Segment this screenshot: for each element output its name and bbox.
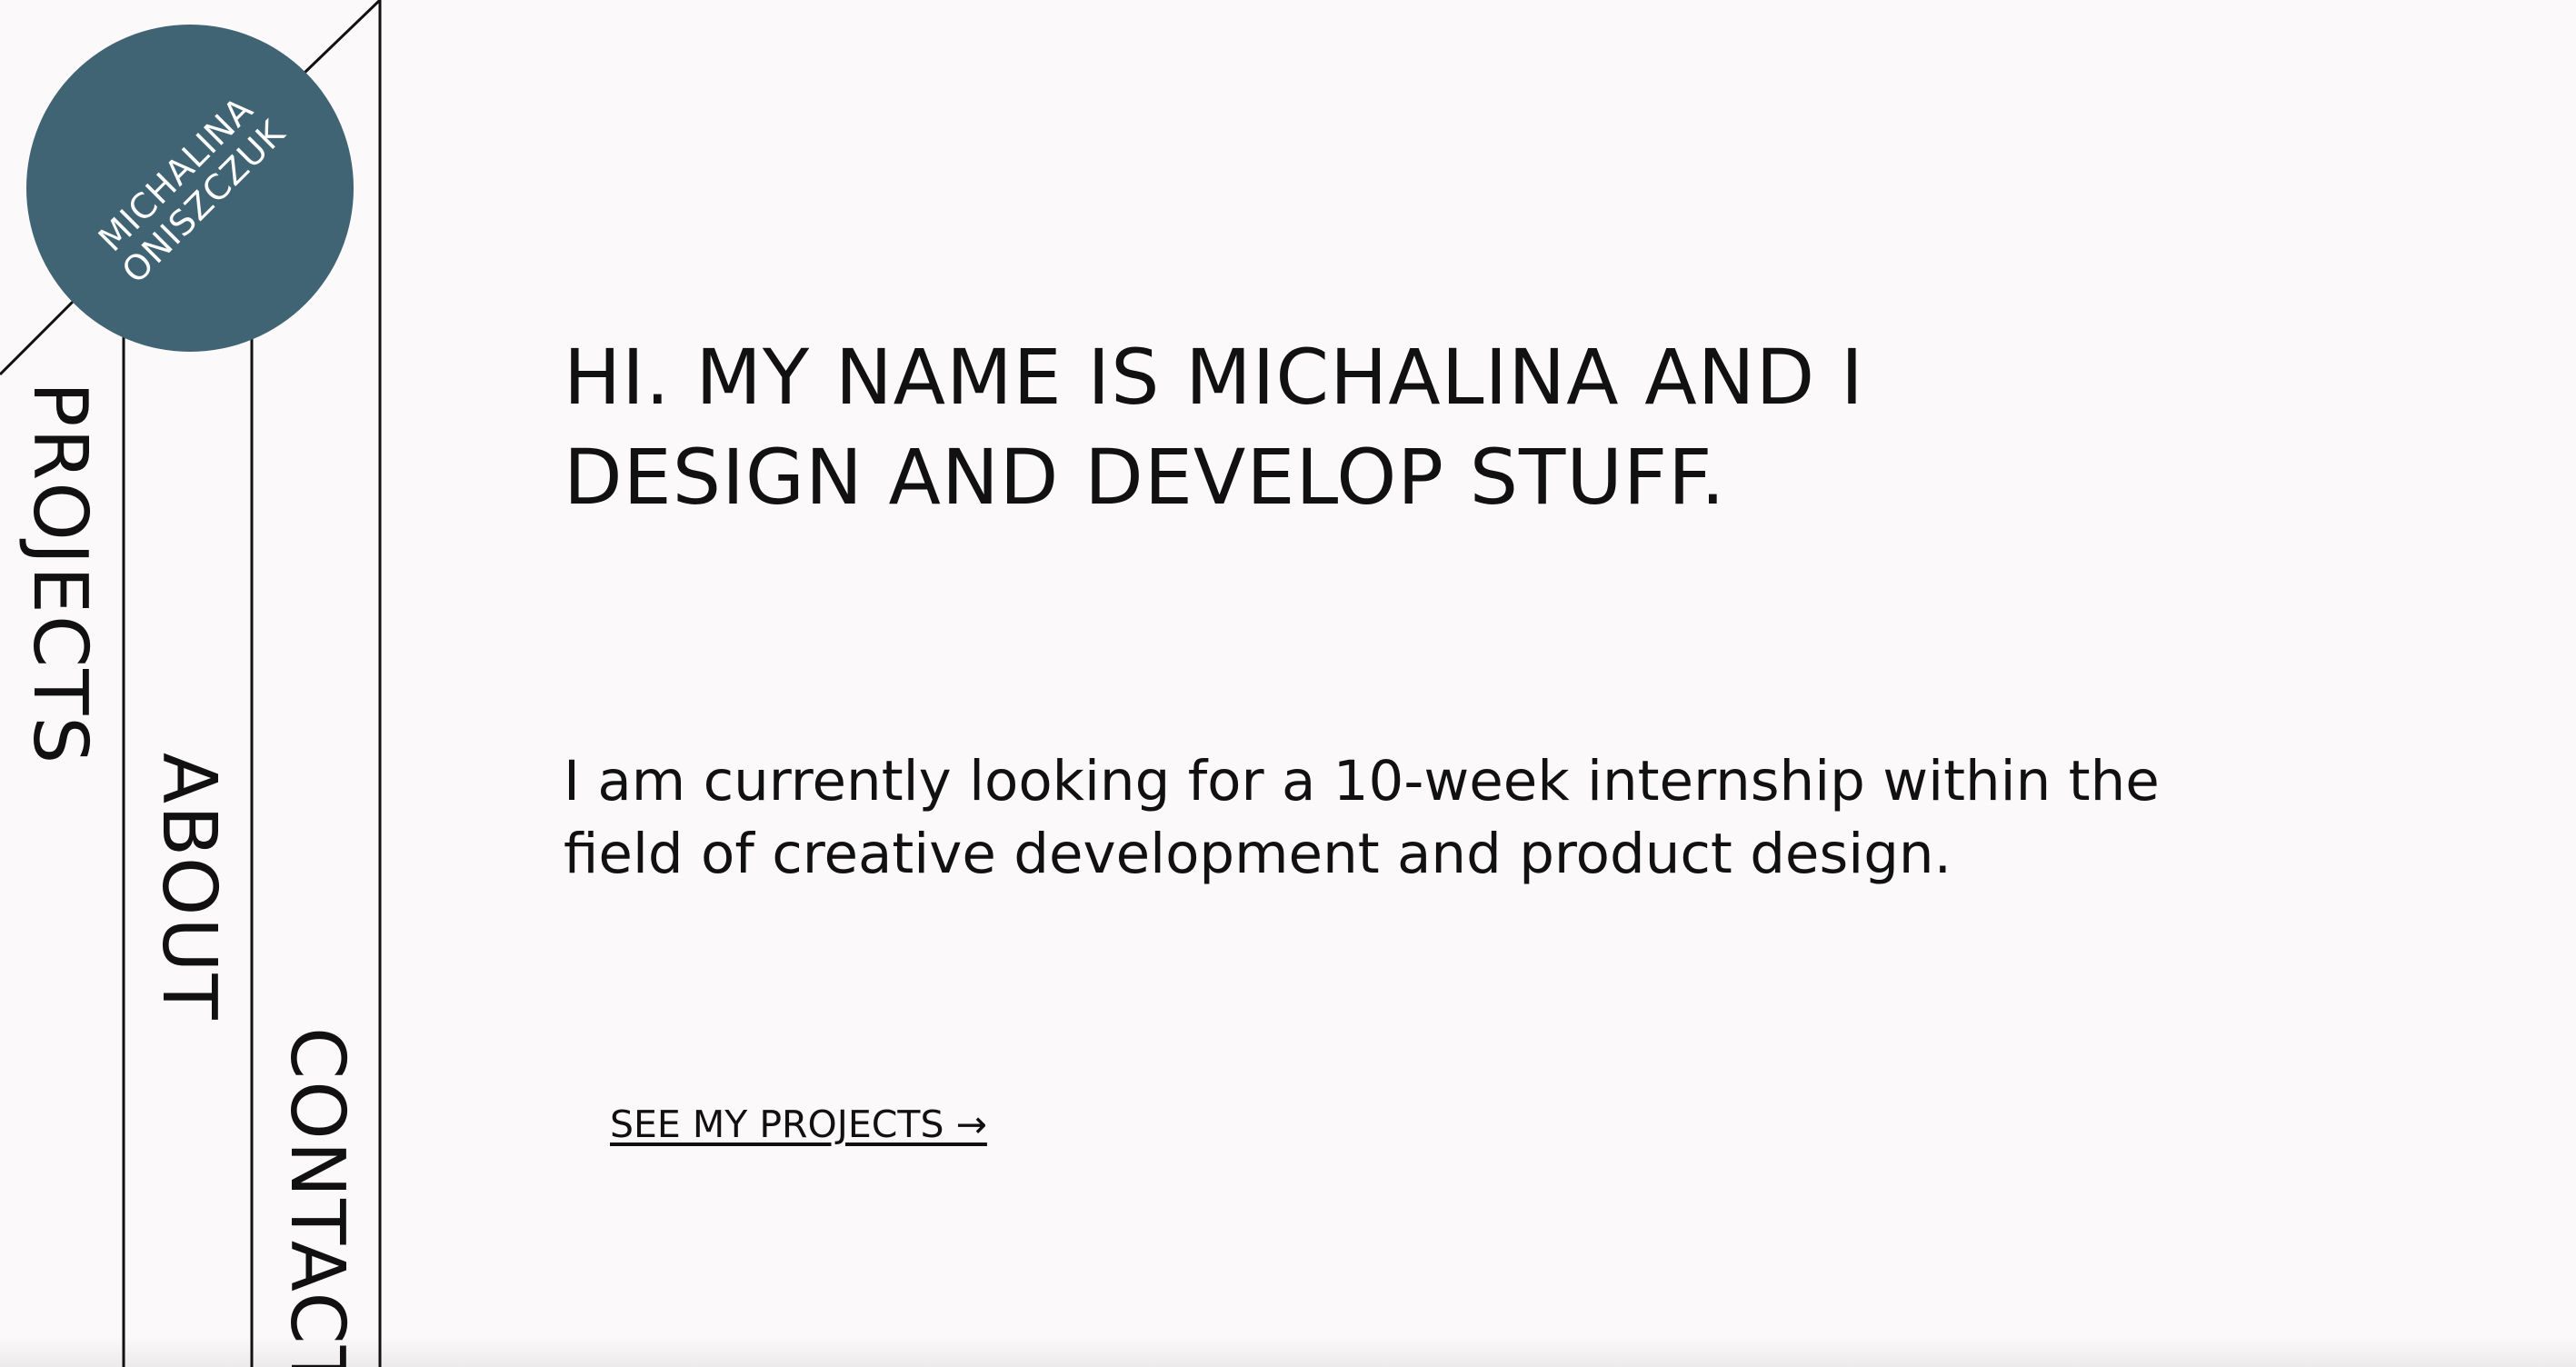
- logo-badge[interactable]: MICHALINA ONISZCZUK: [26, 25, 354, 352]
- nav-projects-link[interactable]: PROJECTS: [16, 382, 103, 765]
- headline-line-1: HI. MY NAME IS MICHALINA AND I: [564, 333, 1864, 422]
- intro-line-1: I am currently looking for a 10-week int…: [564, 749, 2160, 813]
- intro-line-2: field of creative development and produc…: [564, 822, 1952, 886]
- see-projects-link[interactable]: SEE MY PROJECTS →: [610, 1103, 987, 1146]
- hero-headline: HI. MY NAME IS MICHALINA AND I DESIGN AN…: [564, 327, 1927, 527]
- page: MICHALINA ONISZCZUK PROJECTS ABOUT CONTA…: [0, 0, 2576, 1367]
- hero-section: HI. MY NAME IS MICHALINA AND I DESIGN AN…: [564, 327, 1927, 527]
- diagonal-line-top: [303, 0, 382, 75]
- intro-paragraph: I am currently looking for a 10-week int…: [564, 745, 2160, 891]
- headline-line-2: DESIGN AND DEVELOP STUFF.: [564, 433, 1726, 522]
- diagonal-line-bottom: [0, 298, 76, 376]
- logo-text: MICHALINA ONISZCZUK: [87, 85, 293, 291]
- nav-about-link[interactable]: ABOUT: [145, 753, 232, 1022]
- nav-contact-link[interactable]: CONTACT: [274, 1027, 360, 1367]
